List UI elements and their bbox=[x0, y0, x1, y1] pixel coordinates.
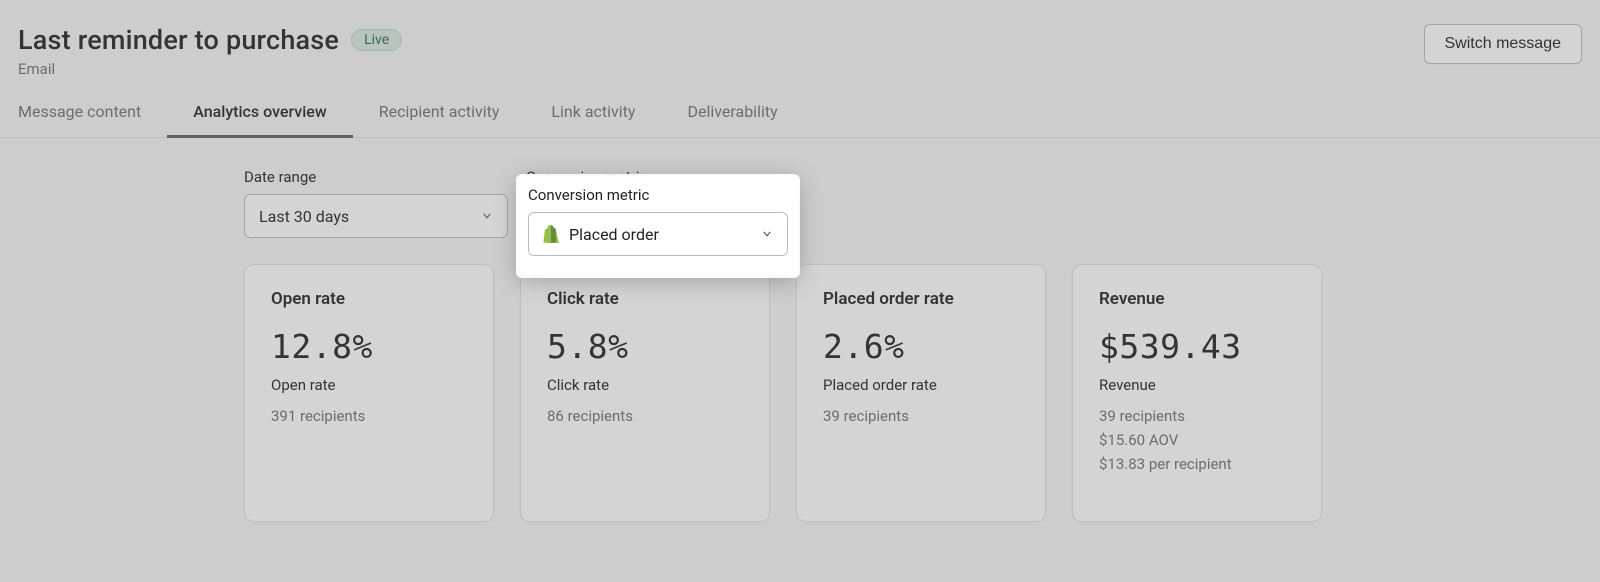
card-title: Open rate bbox=[271, 289, 467, 309]
card-title: Placed order rate bbox=[823, 289, 1019, 309]
switch-message-button[interactable]: Switch message bbox=[1424, 24, 1583, 64]
revenue-card: Revenue $539.43 Revenue 39 recipients $1… bbox=[1072, 264, 1322, 522]
card-value: $539.43 bbox=[1099, 327, 1295, 366]
card-value: 5.8% bbox=[547, 327, 743, 366]
tab-message-content[interactable]: Message content bbox=[18, 102, 141, 137]
page-title: Last reminder to purchase bbox=[18, 24, 339, 56]
card-meta-line: $15.60 AOV bbox=[1099, 428, 1295, 452]
conversion-metric-label: Conversion metric bbox=[528, 186, 788, 204]
click-rate-card: Click rate 5.8% Click rate 86 recipients bbox=[520, 264, 770, 522]
status-badge: Live bbox=[351, 29, 402, 51]
page-header: Last reminder to purchase Live Email Swi… bbox=[0, 0, 1600, 78]
tabs: Message content Analytics overview Recip… bbox=[0, 78, 1600, 138]
conversion-metric-highlight: Conversion metric Placed order bbox=[518, 176, 798, 276]
metric-cards: Open rate 12.8% Open rate 391 recipients… bbox=[0, 238, 1600, 522]
card-meta-line: 39 recipients bbox=[1099, 404, 1295, 428]
chevron-down-icon bbox=[481, 210, 493, 222]
card-meta: 39 recipients bbox=[823, 404, 1019, 428]
date-range-select[interactable]: Last 30 days bbox=[244, 194, 508, 238]
card-meta: 391 recipients bbox=[271, 404, 467, 428]
tab-deliverability[interactable]: Deliverability bbox=[687, 102, 777, 137]
page-subtitle: Email bbox=[18, 60, 402, 78]
chevron-down-icon bbox=[761, 228, 773, 240]
tab-link-activity[interactable]: Link activity bbox=[551, 102, 635, 137]
date-range-label: Date range bbox=[244, 168, 508, 186]
controls-row: Date range Last 30 days Conversion metri… bbox=[0, 138, 1600, 238]
card-subtitle: Revenue bbox=[1099, 376, 1295, 394]
card-subtitle: Open rate bbox=[271, 376, 467, 394]
card-title: Click rate bbox=[547, 289, 743, 309]
card-meta-line: $13.83 per recipient bbox=[1099, 452, 1295, 476]
conversion-metric-value: Placed order bbox=[569, 225, 659, 244]
open-rate-card: Open rate 12.8% Open rate 391 recipients bbox=[244, 264, 494, 522]
card-meta: 39 recipients $15.60 AOV $13.83 per reci… bbox=[1099, 404, 1295, 476]
card-meta: 86 recipients bbox=[547, 404, 743, 428]
card-title: Revenue bbox=[1099, 289, 1295, 309]
date-range-value: Last 30 days bbox=[259, 207, 349, 226]
card-value: 12.8% bbox=[271, 327, 467, 366]
tab-analytics-overview[interactable]: Analytics overview bbox=[193, 102, 327, 137]
card-subtitle: Click rate bbox=[547, 376, 743, 394]
shopify-icon bbox=[543, 225, 559, 243]
card-subtitle: Placed order rate bbox=[823, 376, 1019, 394]
date-range-control: Date range Last 30 days bbox=[244, 168, 508, 238]
title-block: Last reminder to purchase Live Email bbox=[18, 24, 402, 78]
tab-recipient-activity[interactable]: Recipient activity bbox=[379, 102, 500, 137]
card-value: 2.6% bbox=[823, 327, 1019, 366]
conversion-metric-select[interactable]: Placed order bbox=[528, 212, 788, 256]
placed-order-rate-card: Placed order rate 2.6% Placed order rate… bbox=[796, 264, 1046, 522]
